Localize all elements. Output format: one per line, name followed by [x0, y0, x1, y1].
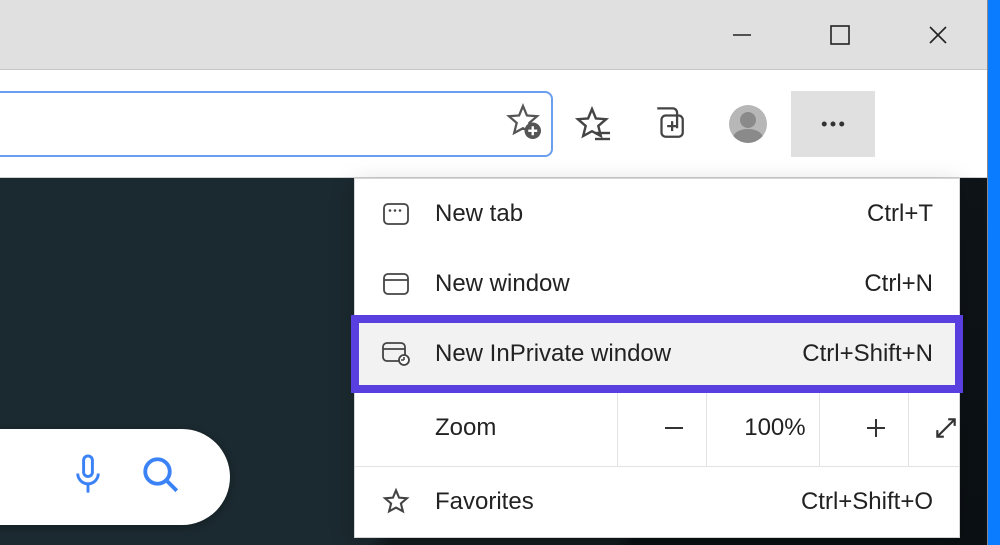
- menu-item-label: New window: [435, 270, 840, 298]
- menu-item-favorites[interactable]: Favorites Ctrl+Shift+O: [355, 467, 959, 537]
- search-box[interactable]: [0, 429, 230, 525]
- favorites-button[interactable]: [553, 91, 631, 157]
- new-tab-icon: [381, 203, 411, 225]
- close-button[interactable]: [889, 0, 987, 70]
- menu-item-accel: Ctrl+Shift+O: [801, 488, 933, 516]
- menu-item-label: New InPrivate window: [435, 340, 778, 368]
- menu-item-accel: Ctrl+T: [867, 200, 933, 228]
- menu-item-new-window[interactable]: New window Ctrl+N: [355, 249, 959, 319]
- search-icon: [140, 454, 182, 496]
- menu-item-accel: Ctrl+Shift+N: [802, 340, 933, 368]
- collections-button[interactable]: [631, 91, 709, 157]
- profile-button[interactable]: [709, 91, 787, 157]
- search-button[interactable]: [140, 454, 182, 501]
- ellipsis-icon: [818, 109, 848, 139]
- collections-icon: [653, 107, 687, 141]
- menu-item-new-tab[interactable]: New tab Ctrl+T: [355, 179, 959, 249]
- browser-window: New tab Ctrl+T New window Ctrl+N New InP…: [0, 0, 988, 545]
- fullscreen-button[interactable]: [933, 390, 959, 466]
- voice-search-button[interactable]: [70, 453, 106, 502]
- maximize-icon: [830, 25, 850, 45]
- zoom-value: 100%: [731, 390, 821, 466]
- close-icon: [927, 24, 949, 46]
- minus-icon: [663, 417, 685, 439]
- zoom-in-button[interactable]: [844, 390, 909, 466]
- minimize-button[interactable]: [693, 0, 791, 70]
- star-add-icon: [505, 103, 541, 139]
- menu-item-inprivate[interactable]: New InPrivate window Ctrl+Shift+N: [355, 319, 959, 389]
- minimize-icon: [731, 24, 753, 46]
- menu-item-accel: Ctrl+N: [864, 270, 933, 298]
- avatar-icon: [729, 105, 767, 143]
- maximize-button[interactable]: [791, 0, 889, 70]
- new-window-icon: [381, 273, 411, 295]
- more-button[interactable]: [791, 91, 875, 157]
- titlebar: [0, 0, 987, 70]
- star-icon: [381, 488, 411, 516]
- plus-icon: [865, 417, 887, 439]
- inprivate-icon: [381, 342, 411, 366]
- add-favorite-button[interactable]: [505, 103, 541, 144]
- address-bar[interactable]: [0, 91, 553, 157]
- fullscreen-icon: [933, 415, 959, 441]
- menu-item-label: New tab: [435, 200, 843, 228]
- menu-item-label: Favorites: [435, 488, 777, 516]
- microphone-icon: [70, 453, 106, 497]
- settings-menu: New tab Ctrl+T New window Ctrl+N New InP…: [354, 178, 960, 538]
- star-list-icon: [574, 106, 610, 142]
- menu-item-zoom: Zoom 100%: [355, 389, 959, 467]
- toolbar: [0, 70, 987, 178]
- zoom-out-button[interactable]: [642, 390, 707, 466]
- zoom-label: Zoom: [435, 414, 617, 442]
